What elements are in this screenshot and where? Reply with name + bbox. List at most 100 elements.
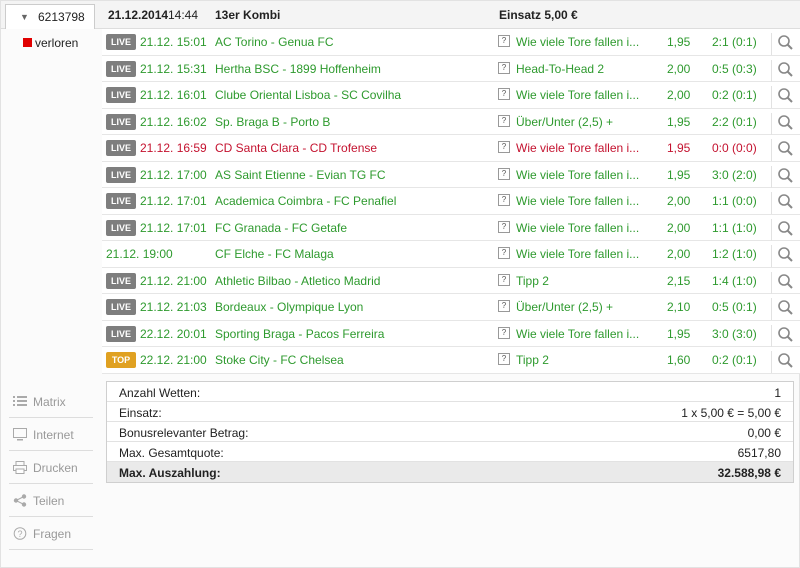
summary-row: Max. Gesamtquote: 6517,80 <box>107 442 793 462</box>
search-icon[interactable] <box>771 59 800 82</box>
event-match[interactable]: AC Torino - Genua FC <box>215 35 334 49</box>
info-icon[interactable]: ? <box>498 167 510 180</box>
table-row[interactable]: LIVE 22.12. 20:01 Sporting Braga - Pacos F… <box>102 320 800 347</box>
event-match[interactable]: CD Santa Clara - CD Trofense <box>215 141 377 155</box>
live-badge: LIVE <box>106 193 136 209</box>
bet-id: 6213798 <box>38 10 85 24</box>
side-menu-item[interactable]: Drucken <box>9 451 93 484</box>
bet-status: verloren <box>23 35 78 50</box>
event-datetime: 22.12. 20:01 <box>140 326 207 341</box>
side-menu-item[interactable]: Teilen <box>9 484 93 517</box>
search-icon[interactable] <box>771 324 800 347</box>
live-badge: LIVE <box>106 140 136 156</box>
summary-key: Max. Gesamtquote: <box>119 446 224 460</box>
event-match[interactable]: Sporting Braga - Pacos Ferreira <box>215 327 384 341</box>
bet-stake: Einsatz 5,00 € <box>499 8 578 22</box>
monitor-icon <box>13 428 27 441</box>
event-match[interactable]: Athletic Bilbao - Atletico Madrid <box>215 274 380 288</box>
info-icon[interactable]: ? <box>498 247 510 259</box>
table-row[interactable]: LIVE 21.12. 16:59 CD Santa Clara - CD Trof… <box>102 135 800 162</box>
event-market: Wie viele Tore fallen i... <box>516 194 640 208</box>
bet-type: 13er Kombi <box>215 8 281 22</box>
event-market: Wie viele Tore fallen i... <box>516 326 640 341</box>
summary-key: Bonusrelevanter Betrag: <box>119 426 249 440</box>
table-row[interactable]: TOP 22.12. 21:00 Stoke City - FC Chelsea? T… <box>102 347 800 374</box>
search-icon[interactable] <box>771 271 800 294</box>
event-odds: 2,00 <box>667 247 691 261</box>
info-icon[interactable]: ? <box>498 300 510 312</box>
live-badge: LIVE <box>106 34 136 50</box>
search-icon[interactable] <box>771 245 800 267</box>
event-match[interactable]: Academica Coimbra - FC Penafiel <box>215 194 396 208</box>
event-result: 0:5 (0:3) <box>712 61 757 76</box>
bet-header: ▼ 6213798 21.12.2014 14:44 13er Kombi Ei… <box>1 1 800 29</box>
info-icon[interactable]: ? <box>498 141 510 153</box>
info-icon[interactable]: ? <box>498 61 510 74</box>
event-datetime: 21.12. 21:03 <box>140 300 207 314</box>
search-icon[interactable] <box>771 139 800 161</box>
event-market: Wie viele Tore fallen i... <box>516 220 640 235</box>
live-badge: LIVE <box>106 87 136 103</box>
info-icon[interactable]: ? <box>498 326 510 339</box>
search-icon[interactable] <box>771 218 800 241</box>
summary-value: 32.588,98 € <box>717 466 781 480</box>
status-square-icon <box>23 38 32 48</box>
search-icon[interactable] <box>771 33 800 55</box>
event-odds: 2,00 <box>667 61 691 76</box>
info-icon[interactable]: ? <box>498 88 510 100</box>
event-datetime: 21.12. 17:01 <box>140 220 207 235</box>
info-icon[interactable]: ? <box>498 114 510 127</box>
summary-key: Anzahl Wetten: <box>119 386 201 400</box>
search-icon[interactable] <box>771 112 800 135</box>
bet-id-tab[interactable]: ▼ 6213798 <box>5 4 95 29</box>
side-menu-item[interactable]: Internet <box>9 418 93 451</box>
event-match[interactable]: AS Saint Etienne - Evian TG FC <box>215 168 386 182</box>
printer-icon <box>13 461 27 474</box>
table-row[interactable]: LIVE 21.12. 17:01 FC Granada - FC Getafe? W… <box>102 214 800 241</box>
info-icon[interactable]: ? <box>498 353 510 365</box>
bet-time: 14:44 <box>168 8 199 22</box>
event-odds: 2,00 <box>667 220 691 235</box>
event-odds: 1,95 <box>667 326 691 341</box>
summary-row: Anzahl Wetten: 1 <box>107 382 793 402</box>
side-menu-item[interactable]: Matrix <box>9 385 93 418</box>
event-match[interactable]: Stoke City - FC Chelsea <box>215 353 344 367</box>
table-row[interactable]: LIVE 21.12. 15:01 AC Torino - Genua FC? Wie… <box>102 29 800 56</box>
search-icon[interactable] <box>771 86 800 108</box>
table-row[interactable]: LIVE 21.12. 15:31 Hertha BSC - 1899 Hoffen… <box>102 55 800 82</box>
summary-value: 6517,80 <box>737 446 781 460</box>
info-icon[interactable]: ? <box>498 35 510 47</box>
list-icon <box>13 395 27 408</box>
info-icon[interactable]: ? <box>498 194 510 206</box>
search-icon[interactable] <box>771 165 800 188</box>
event-datetime: 21.12. 17:00 <box>140 167 207 182</box>
event-market: Wie viele Tore fallen i... <box>516 35 640 49</box>
table-row[interactable]: LIVE 21.12. 21:00 Athletic Bilbao - Atleti… <box>102 267 800 294</box>
selections-table: LIVE 21.12. 15:01 AC Torino - Genua FC? Wie… <box>102 29 800 374</box>
event-match[interactable]: Sp. Braga B - Porto B <box>215 115 330 129</box>
event-match[interactable]: Clube Oriental Lisboa - SC Covilha <box>215 88 401 102</box>
event-match[interactable]: FC Granada - FC Getafe <box>215 221 347 235</box>
table-row[interactable]: LIVE 21.12. 16:02 Sp. Braga B - Porto B? Üb… <box>102 108 800 135</box>
search-icon[interactable] <box>771 351 800 373</box>
event-datetime: 21.12. 19:00 <box>106 247 173 261</box>
side-menu-label: Internet <box>33 428 74 442</box>
event-match[interactable]: Hertha BSC - 1899 Hoffenheim <box>215 62 381 76</box>
event-result: 2:2 (0:1) <box>712 114 757 129</box>
table-row[interactable]: LIVE 21.12. 17:01 Academica Coimbra - FC P… <box>102 188 800 215</box>
table-row[interactable]: 21.12. 19:00 CF Elche - FC Malaga? Wie vie… <box>102 241 800 268</box>
table-row[interactable]: LIVE 21.12. 16:01 Clube Oriental Lisboa - … <box>102 82 800 109</box>
info-icon[interactable]: ? <box>498 273 510 286</box>
table-row[interactable]: LIVE 21.12. 21:03 Bordeaux - Olympique Lyo… <box>102 294 800 321</box>
status-label: verloren <box>35 35 79 50</box>
search-icon[interactable] <box>771 192 800 214</box>
info-icon[interactable]: ? <box>498 220 510 233</box>
event-match[interactable]: Bordeaux - Olympique Lyon <box>215 300 363 314</box>
search-icon[interactable] <box>771 298 800 320</box>
event-match[interactable]: CF Elche - FC Malaga <box>215 247 334 261</box>
side-menu-item[interactable]: ? Fragen <box>9 517 93 550</box>
table-row[interactable]: LIVE 21.12. 17:00 AS Saint Etienne - Evian… <box>102 161 800 188</box>
event-datetime: 22.12. 21:00 <box>140 353 207 367</box>
live-badge: LIVE <box>106 272 136 289</box>
event-odds: 1,95 <box>667 167 691 182</box>
